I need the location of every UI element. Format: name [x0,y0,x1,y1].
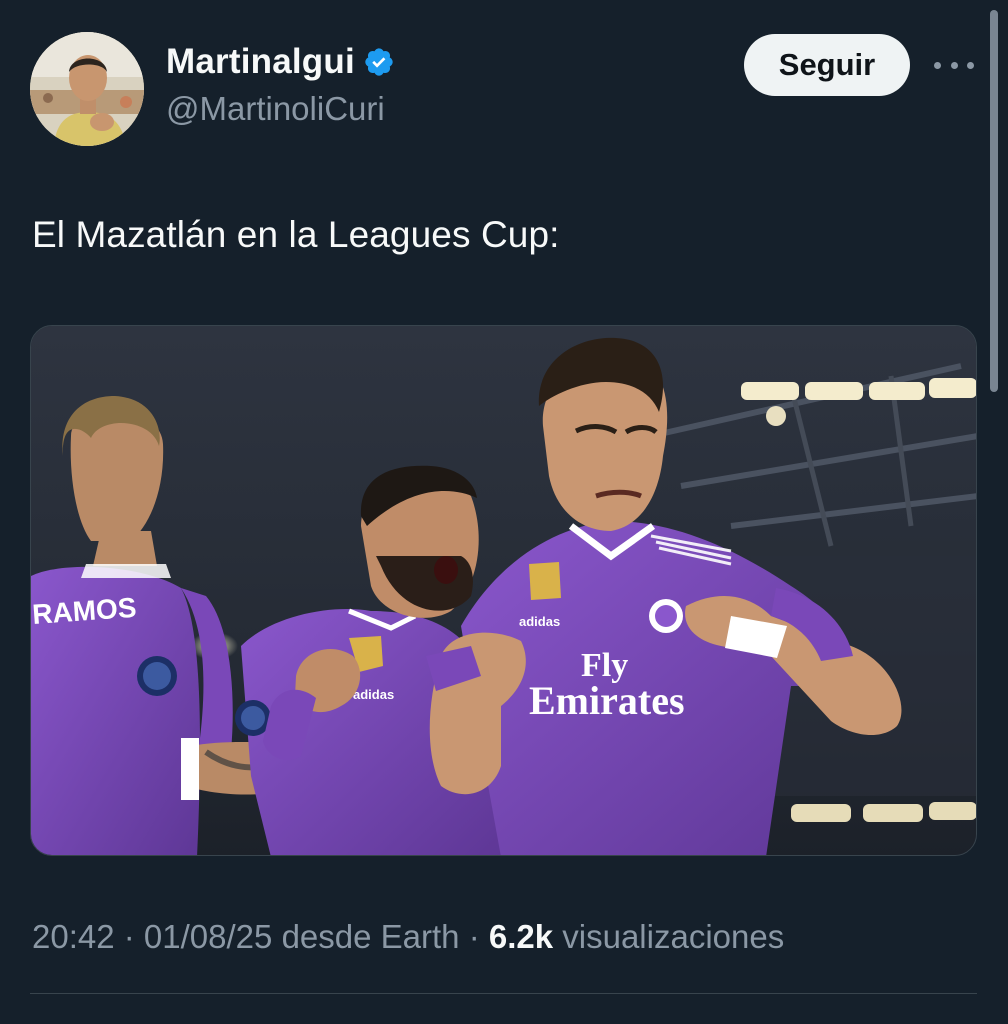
follow-button[interactable]: Seguir [744,34,910,96]
jersey-sponsor-line2: Emirates [529,678,685,723]
author-block: Martinalgui @MartinoliCuri [166,42,395,128]
tweet-detail-page: Martinalgui @MartinoliCuri Seguir El Maz… [0,0,1008,1024]
tweet-media-photo[interactable]: RAMOS adidas adidas Fly Emirates [30,325,977,856]
views-count[interactable]: 6.2k [489,918,553,955]
tweet-meta: 20:42 · 01/08/25 desde Earth · 6.2k visu… [32,918,784,956]
tweet-source: desde Earth [281,918,460,955]
author-handle[interactable]: @MartinoliCuri [166,90,395,128]
more-options-icon[interactable] [934,52,974,78]
author-display-name[interactable]: Martinalgui [166,42,355,82]
jersey-brand-left: adidas [353,687,394,702]
divider [30,993,977,994]
views-label: visualizaciones [562,918,785,955]
author-avatar[interactable] [30,32,144,146]
scrollbar[interactable] [990,10,998,392]
tweet-text: El Mazatlán en la Leagues Cup: [32,214,560,255]
meta-separator: · [114,918,144,955]
players-celebrating-photo: RAMOS adidas adidas Fly Emirates [31,326,976,855]
meta-separator: · [459,918,489,955]
tweet-time[interactable]: 20:42 [32,918,115,955]
more-dot [934,61,941,69]
avatar-photo [30,32,144,146]
more-dot [950,61,958,69]
tweet-date[interactable]: 01/08/25 [144,918,272,955]
more-dot [967,61,974,69]
jersey-brand-right: adidas [519,614,560,629]
author-name-row: Martinalgui [166,42,395,82]
verified-badge-icon [363,46,395,78]
